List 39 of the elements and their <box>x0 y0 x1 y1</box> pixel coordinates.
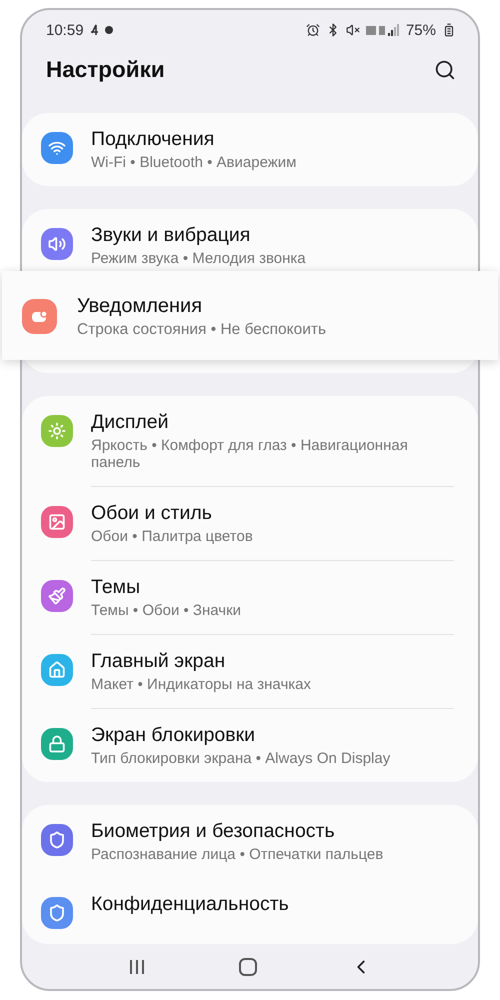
settings-item[interactable]: Дисплей Яркость • Комфорт для глаз • Навигационная панель <box>22 396 478 486</box>
settings-item[interactable]: Обои и стиль Обои • Палитра цветов <box>22 487 478 560</box>
search-icon[interactable] <box>434 59 456 81</box>
item-subtitle: Обои • Палитра цветов <box>91 528 253 545</box>
item-subtitle: Яркость • Комфорт для глаз • Навигационная панель <box>91 437 409 471</box>
item-title: Биометрия и безопасность <box>91 820 336 843</box>
settings-item[interactable]: Темы Темы • Обои • Значки <box>22 561 478 634</box>
item-subtitle: Строка состояния • Не беспокоить <box>77 321 326 338</box>
item-subtitle: Режим звука • Мелодия звонка <box>91 250 306 267</box>
clock: 10:59 <box>46 22 84 38</box>
item-title: Конфиденциальность <box>91 893 289 916</box>
settings-item[interactable]: Главный экран Макет • Индикаторы на значках <box>22 635 478 708</box>
settings-item[interactable]: Подключения Wi-Fi • Bluetooth • Авиарежим <box>22 113 478 186</box>
item-subtitle: Распознавание лица • Отпечатки пальцев <box>91 846 384 863</box>
item-title: Подключения <box>91 128 216 151</box>
settings-item[interactable]: Конфиденциальность <box>22 878 478 944</box>
signal-icon <box>366 23 400 37</box>
item-subtitle: Wi-Fi • Bluetooth • Авиарежим <box>91 154 296 171</box>
settings-item[interactable]: Звуки и вибрация Режим звука • Мелодия звонка <box>22 209 478 271</box>
alarm-icon <box>306 23 320 37</box>
page-title: Настройки <box>46 57 165 83</box>
settings-item[interactable]: Уведомления Строка состояния • Не беспокоить <box>2 271 498 360</box>
item-subtitle: Темы • Обои • Значки <box>91 602 242 619</box>
mute-icon <box>346 23 360 37</box>
item-title: Уведомления <box>77 295 204 318</box>
item-title: Звуки и вибрация <box>91 224 252 247</box>
settings-item[interactable]: Экран блокировки Тип блокировки экрана • Always On Display <box>22 709 478 782</box>
home-button-icon[interactable] <box>238 956 258 976</box>
recent-apps-icon[interactable] <box>128 958 146 974</box>
item-title: Дисплей <box>91 411 170 434</box>
battery-icon <box>442 23 456 37</box>
item-title: Темы <box>91 576 142 599</box>
item-title: Обои и стиль <box>91 502 213 525</box>
item-title: Главный экран <box>91 650 226 673</box>
settings-item[interactable]: Биометрия и безопасность Распознавание лица • Отпечатки пальцев <box>22 805 478 878</box>
battery-percent: 75% <box>406 22 436 38</box>
item-title: Экран блокировки <box>91 724 256 747</box>
item-subtitle: Макет • Индикаторы на значках <box>91 676 311 693</box>
item-subtitle: Тип блокировки экрана • Always On Display <box>91 750 390 767</box>
